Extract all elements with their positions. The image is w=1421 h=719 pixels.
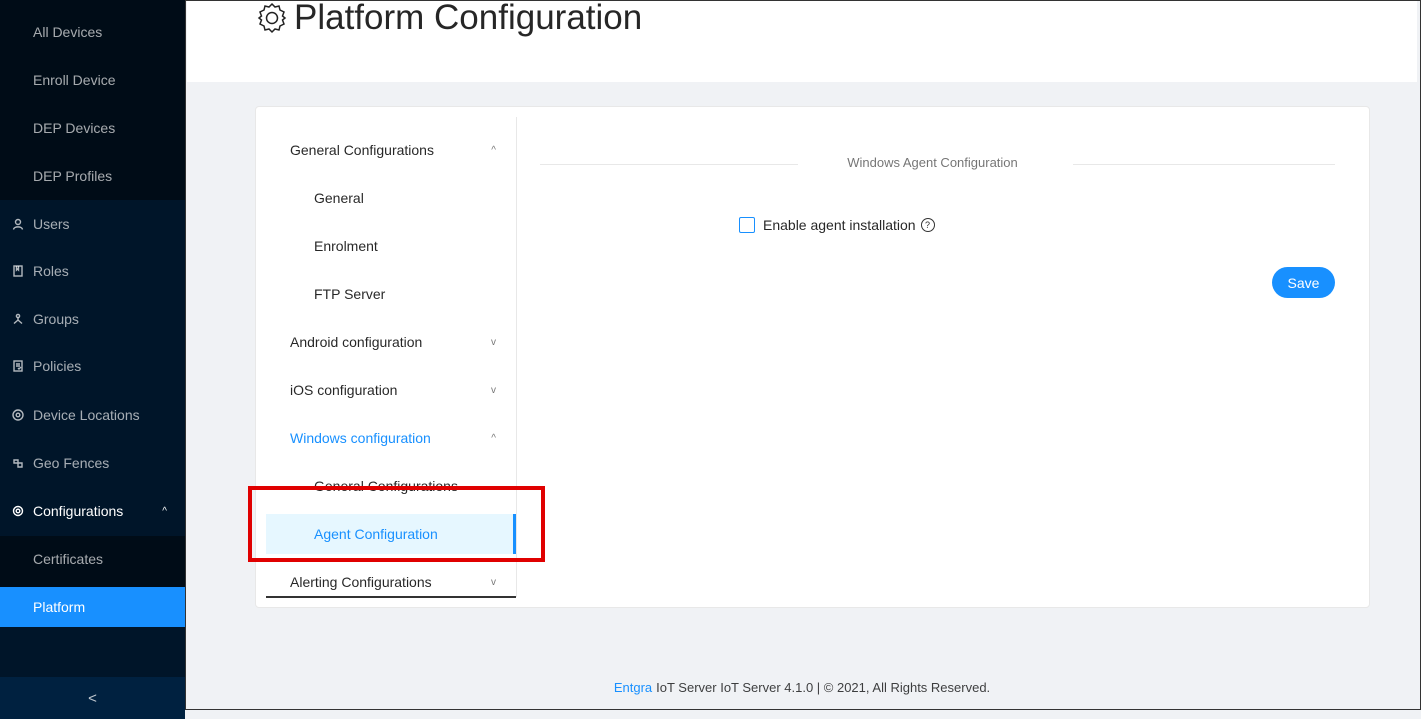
sidebar-item-label: Platform: [33, 599, 86, 615]
footer-text: IoT Server IoT Server 4.1.0 | © 2021, Al…: [656, 679, 991, 695]
menu-item-label: Windows configuration: [290, 430, 431, 446]
footer-brand-link[interactable]: Entgra: [614, 680, 652, 695]
menu-item-android-configuration[interactable]: Android configuration v: [266, 322, 516, 362]
sidebar-item-geo-fences[interactable]: Geo Fences: [0, 443, 185, 483]
gateway-icon: [10, 457, 26, 469]
footer: Entgra IoT Server IoT Server 4.1.0 | © 2…: [187, 655, 1417, 719]
sidebar-item-label: Groups: [33, 311, 79, 327]
sidebar-item-label: DEP Profiles: [33, 168, 113, 184]
audit-icon: [10, 360, 26, 372]
menu-item-windows-configuration[interactable]: Windows configuration ^: [266, 418, 516, 458]
menu-item-ios-configuration[interactable]: iOS configuration v: [266, 370, 516, 410]
sidebar-item-label: Certificates: [33, 551, 104, 567]
menu-item-label: FTP Server: [314, 286, 386, 302]
sidebar-item-label: All Devices: [33, 24, 103, 40]
chevron-left-icon: <: [88, 689, 97, 707]
sidebar-collapse-button[interactable]: <: [0, 677, 185, 719]
chevron-up-icon: ^: [162, 505, 167, 517]
sidebar: All Devices Enroll Device DEP Devices DE…: [0, 0, 185, 719]
sidebar-item-groups[interactable]: Groups: [0, 299, 185, 339]
page-title: Platform Configuration: [255, 0, 642, 38]
save-button[interactable]: Save: [1272, 267, 1335, 298]
sidebar-item-configurations[interactable]: Configurations ^: [0, 491, 185, 531]
book-icon: [10, 265, 26, 277]
checkbox-label: Enable agent installation: [763, 217, 916, 233]
sidebar-item-device-locations[interactable]: Device Locations: [0, 395, 185, 435]
sidebar-item-dep-profiles[interactable]: DEP Profiles: [0, 156, 185, 196]
highlight-box: [248, 486, 545, 562]
page-title-text: Platform Configuration: [294, 0, 643, 37]
sidebar-item-label: Policies: [33, 358, 82, 374]
sidebar-item-all-devices[interactable]: All Devices: [0, 12, 185, 52]
menu-item-ftp-server[interactable]: FTP Server: [266, 274, 516, 314]
chevron-down-icon: v: [491, 576, 496, 588]
menu-item-enrolment[interactable]: Enrolment: [266, 226, 516, 266]
environment-icon: [10, 409, 26, 421]
user-icon: [10, 218, 26, 230]
sidebar-item-label: Enroll Device: [33, 72, 116, 88]
setting-icon: [257, 2, 287, 34]
sidebar-item-label: Geo Fences: [33, 455, 110, 471]
sidebar-item-label: Roles: [33, 263, 69, 279]
chevron-up-icon: ^: [491, 432, 496, 444]
menu-item-general-configurations[interactable]: General Configurations ^: [266, 130, 516, 170]
menu-item-label: General Configurations: [290, 142, 434, 158]
sidebar-item-enroll-device[interactable]: Enroll Device: [0, 60, 185, 100]
question-circle-icon[interactable]: ?: [920, 218, 935, 232]
sidebar-item-label: Users: [33, 216, 70, 232]
menu-bottom-border: [266, 596, 516, 598]
sidebar-item-platform[interactable]: Platform: [0, 587, 185, 627]
sidebar-item-users[interactable]: Users: [0, 204, 185, 244]
section-divider-left: [540, 164, 798, 165]
sidebar-item-certificates[interactable]: Certificates: [0, 539, 185, 579]
sidebar-item-label: Device Locations: [33, 407, 140, 423]
chevron-up-icon: ^: [491, 144, 496, 156]
setting-icon: [10, 505, 26, 517]
section-divider-right: [1073, 164, 1335, 165]
section-title: Windows Agent Configuration: [847, 155, 1018, 170]
chevron-down-icon: v: [491, 384, 496, 396]
sidebar-item-dep-devices[interactable]: DEP Devices: [0, 108, 185, 148]
chevron-down-icon: v: [491, 336, 496, 348]
menu-item-label: General: [314, 190, 364, 206]
cluster-icon: [10, 313, 26, 325]
menu-item-general[interactable]: General: [266, 178, 516, 218]
menu-item-label: Alerting Configurations: [290, 574, 432, 590]
sidebar-item-label: DEP Devices: [33, 120, 116, 136]
sidebar-item-roles[interactable]: Roles: [0, 251, 185, 291]
enable-agent-installation-checkbox[interactable]: [739, 217, 755, 233]
menu-item-label: iOS configuration: [290, 382, 398, 398]
enable-agent-installation-row: Enable agent installation ?: [739, 217, 935, 233]
sidebar-item-policies[interactable]: Policies: [0, 346, 185, 386]
menu-item-label: Android configuration: [290, 334, 423, 350]
page-header: Platform Configuration: [187, 0, 1417, 82]
sidebar-item-label: Configurations: [33, 503, 124, 519]
menu-item-label: Enrolment: [314, 238, 378, 254]
